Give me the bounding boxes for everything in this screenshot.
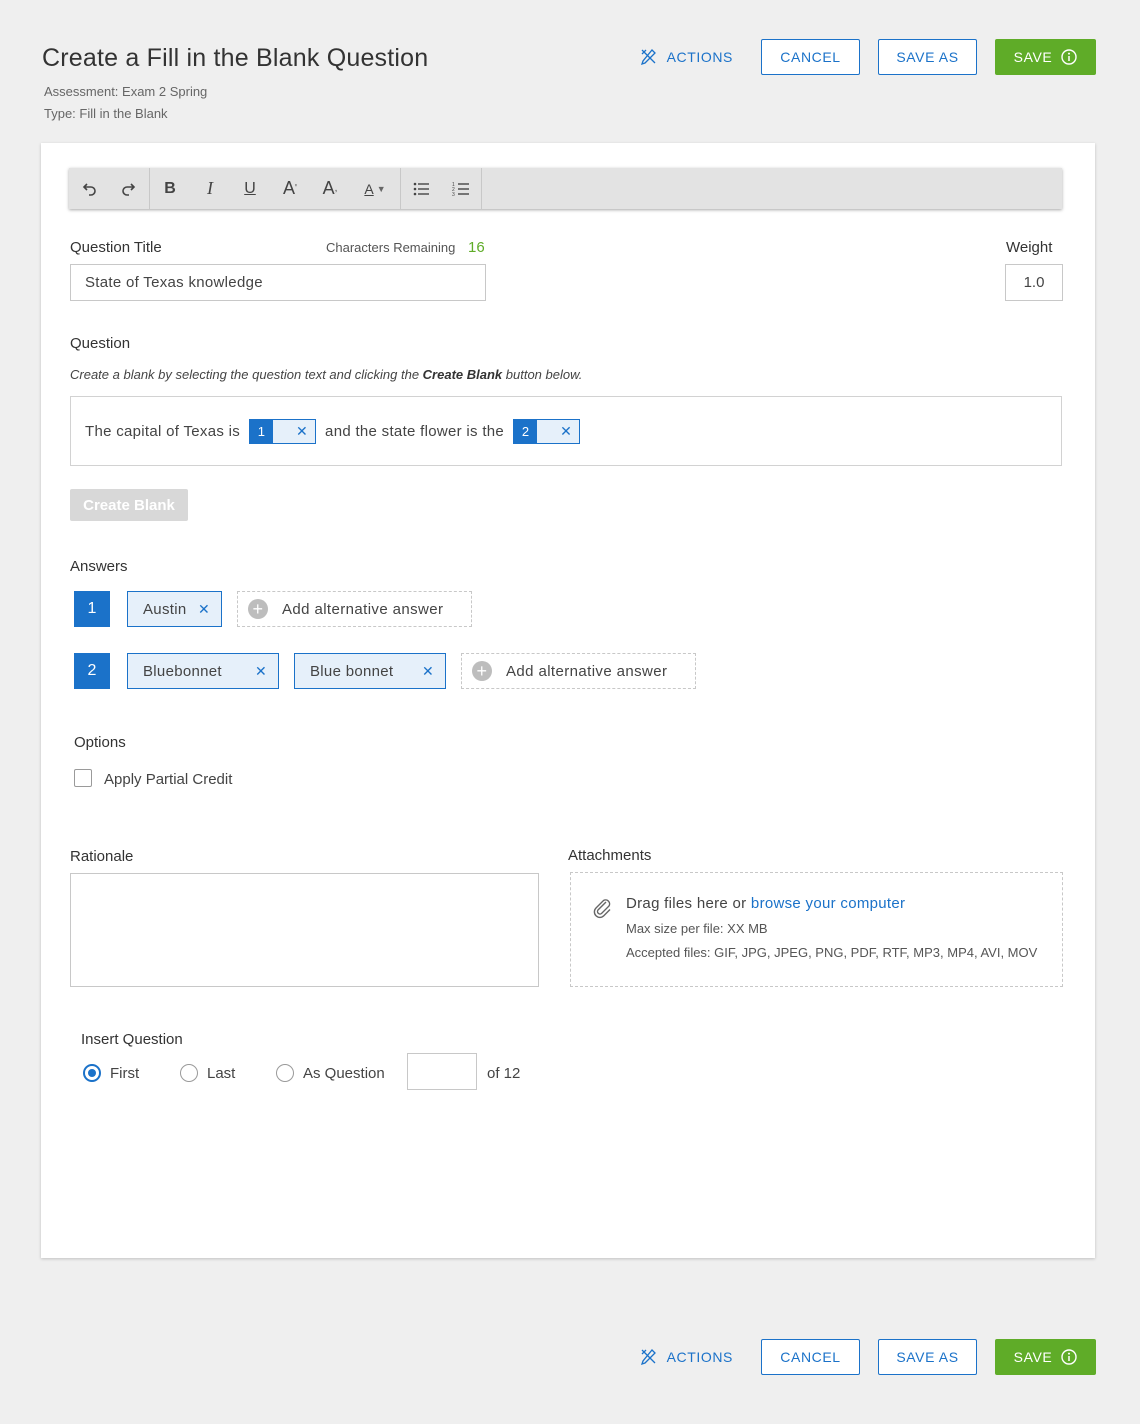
- add-alternative-answer-button[interactable]: + Add alternative answer: [237, 591, 472, 627]
- save-label: SAVE: [1013, 49, 1053, 65]
- redo-icon[interactable]: [109, 168, 149, 209]
- question-position-input[interactable]: [407, 1053, 477, 1090]
- bold-icon[interactable]: B: [150, 168, 190, 209]
- svg-text:3: 3: [452, 192, 455, 198]
- max-size-text: Max size per file: XX MB: [626, 921, 768, 936]
- undo-icon[interactable]: [69, 168, 109, 209]
- answers-label: Answers: [70, 558, 128, 575]
- page-title: Create a Fill in the Blank Question: [42, 44, 429, 72]
- font-color-icon[interactable]: A ▼: [350, 168, 400, 209]
- question-title-input[interactable]: State of Texas knowledge: [70, 264, 486, 301]
- partial-credit-checkbox[interactable]: [74, 769, 92, 787]
- assessment-name: Assessment: Exam 2 Spring: [44, 84, 208, 99]
- hint-bold-text: Create Blank: [422, 367, 503, 382]
- save-as-button[interactable]: SAVE AS: [878, 1339, 977, 1375]
- tools-icon: [640, 49, 656, 66]
- characters-remaining-label: Characters Remaining: [326, 240, 456, 255]
- plus-circle-icon: +: [472, 661, 492, 681]
- question-text-part: and the state flower is the: [325, 422, 505, 440]
- superscript-icon[interactable]: A ': [270, 168, 310, 209]
- insert-question-label: Insert Question: [81, 1031, 183, 1048]
- insert-last-label: Last: [207, 1065, 236, 1082]
- tools-icon: [640, 1349, 656, 1366]
- remove-blank-icon[interactable]: ✕: [537, 423, 579, 440]
- cancel-button[interactable]: CANCEL: [761, 39, 860, 75]
- paperclip-icon: [593, 899, 611, 919]
- question-editor-card: B I U A ' A, A ▼ 123 Question Title Charac…: [41, 143, 1095, 1258]
- question-text-part: The capital of Texas is: [85, 422, 241, 440]
- save-as-button[interactable]: SAVE AS: [878, 39, 977, 75]
- add-answer-label: Add alternative answer: [506, 662, 668, 680]
- question-text-editor[interactable]: The capital of Texas is 1 ✕ and the stat…: [70, 396, 1062, 466]
- format-group: B I U A ' A, A ▼: [150, 168, 401, 209]
- actions-label: ACTIONS: [666, 49, 733, 65]
- numbered-list-icon[interactable]: 123: [441, 168, 481, 209]
- save-label: SAVE: [1013, 1349, 1053, 1365]
- remove-answer-icon[interactable]: ✕: [422, 663, 434, 680]
- bottom-actions-bar: ACTIONS CANCEL SAVE AS SAVE: [640, 1339, 1096, 1375]
- remove-answer-icon[interactable]: ✕: [198, 601, 210, 618]
- weight-label: Weight: [1006, 239, 1053, 256]
- blank-token[interactable]: 2 ✕: [513, 418, 581, 444]
- actions-button[interactable]: ACTIONS: [640, 1348, 733, 1366]
- remove-blank-icon[interactable]: ✕: [273, 423, 315, 440]
- answer-number: 2: [74, 653, 110, 689]
- italic-icon[interactable]: I: [190, 168, 230, 209]
- insert-last-radio[interactable]: [180, 1064, 198, 1082]
- characters-remaining-count: 16: [468, 239, 485, 256]
- answer-text: Bluebonnet: [143, 662, 222, 680]
- top-actions-bar: ACTIONS CANCEL SAVE AS SAVE: [640, 39, 1096, 75]
- accepted-files-text: Accepted files: GIF, JPG, JPEG, PNG, PDF…: [626, 945, 1038, 960]
- actions-button[interactable]: ACTIONS: [640, 48, 733, 66]
- answer-chip[interactable]: Blue bonnet ✕: [294, 653, 446, 689]
- save-button[interactable]: SAVE: [995, 1339, 1096, 1375]
- answer-text: Austin: [143, 600, 187, 618]
- plus-circle-icon: +: [248, 599, 268, 619]
- answer-number: 1: [74, 591, 110, 627]
- options-label: Options: [74, 734, 126, 751]
- weight-input[interactable]: 1.0: [1005, 264, 1063, 301]
- hint-text-end: button below.: [502, 367, 583, 382]
- question-type: Type: Fill in the Blank: [44, 106, 168, 121]
- partial-credit-label: Apply Partial Credit: [104, 771, 233, 788]
- drag-files-text: Drag files here or browse your computer: [626, 895, 905, 912]
- insert-first-radio[interactable]: [83, 1064, 101, 1082]
- rich-text-toolbar: B I U A ' A, A ▼ 123: [69, 168, 1062, 209]
- answer-chip[interactable]: Bluebonnet ✕: [127, 653, 279, 689]
- info-icon: [1061, 1349, 1078, 1365]
- rationale-label: Rationale: [70, 848, 134, 865]
- rationale-textarea[interactable]: [70, 873, 539, 987]
- create-blank-button[interactable]: Create Blank: [70, 489, 188, 521]
- blank-token[interactable]: 1 ✕: [249, 418, 317, 444]
- insert-first-label: First: [110, 1065, 140, 1082]
- add-alternative-answer-button[interactable]: + Add alternative answer: [461, 653, 696, 689]
- save-button[interactable]: SAVE: [995, 39, 1096, 75]
- underline-icon[interactable]: U: [230, 168, 270, 209]
- actions-label: ACTIONS: [666, 1349, 733, 1365]
- insert-as-question-radio[interactable]: [276, 1064, 294, 1082]
- history-group: [69, 168, 150, 209]
- cancel-button[interactable]: CANCEL: [761, 1339, 860, 1375]
- create-blank-hint: Create a blank by selecting the question…: [70, 367, 582, 382]
- answer-chip[interactable]: Austin ✕: [127, 591, 222, 627]
- hint-text: Create a blank by selecting the question…: [70, 367, 423, 382]
- drag-text: Drag files here or: [626, 895, 751, 912]
- insert-as-question-label: As Question: [303, 1065, 385, 1082]
- subscript-icon[interactable]: A,: [310, 168, 350, 209]
- list-group: 123: [401, 168, 482, 209]
- attachments-dropzone[interactable]: Drag files here or browse your computer …: [570, 872, 1063, 987]
- info-icon: [1061, 49, 1078, 65]
- blank-number: 1: [250, 419, 274, 443]
- add-answer-label: Add alternative answer: [282, 600, 444, 618]
- question-label: Question: [70, 335, 131, 352]
- browse-computer-link[interactable]: browse your computer: [751, 895, 905, 912]
- blank-number: 2: [514, 419, 538, 443]
- remove-answer-icon[interactable]: ✕: [255, 663, 267, 680]
- answer-text: Blue bonnet: [310, 662, 394, 680]
- question-title-label: Question Title: [70, 239, 162, 256]
- total-questions-label: of 12: [487, 1065, 521, 1082]
- bullet-list-icon[interactable]: [401, 168, 441, 209]
- attachments-label: Attachments: [568, 847, 652, 864]
